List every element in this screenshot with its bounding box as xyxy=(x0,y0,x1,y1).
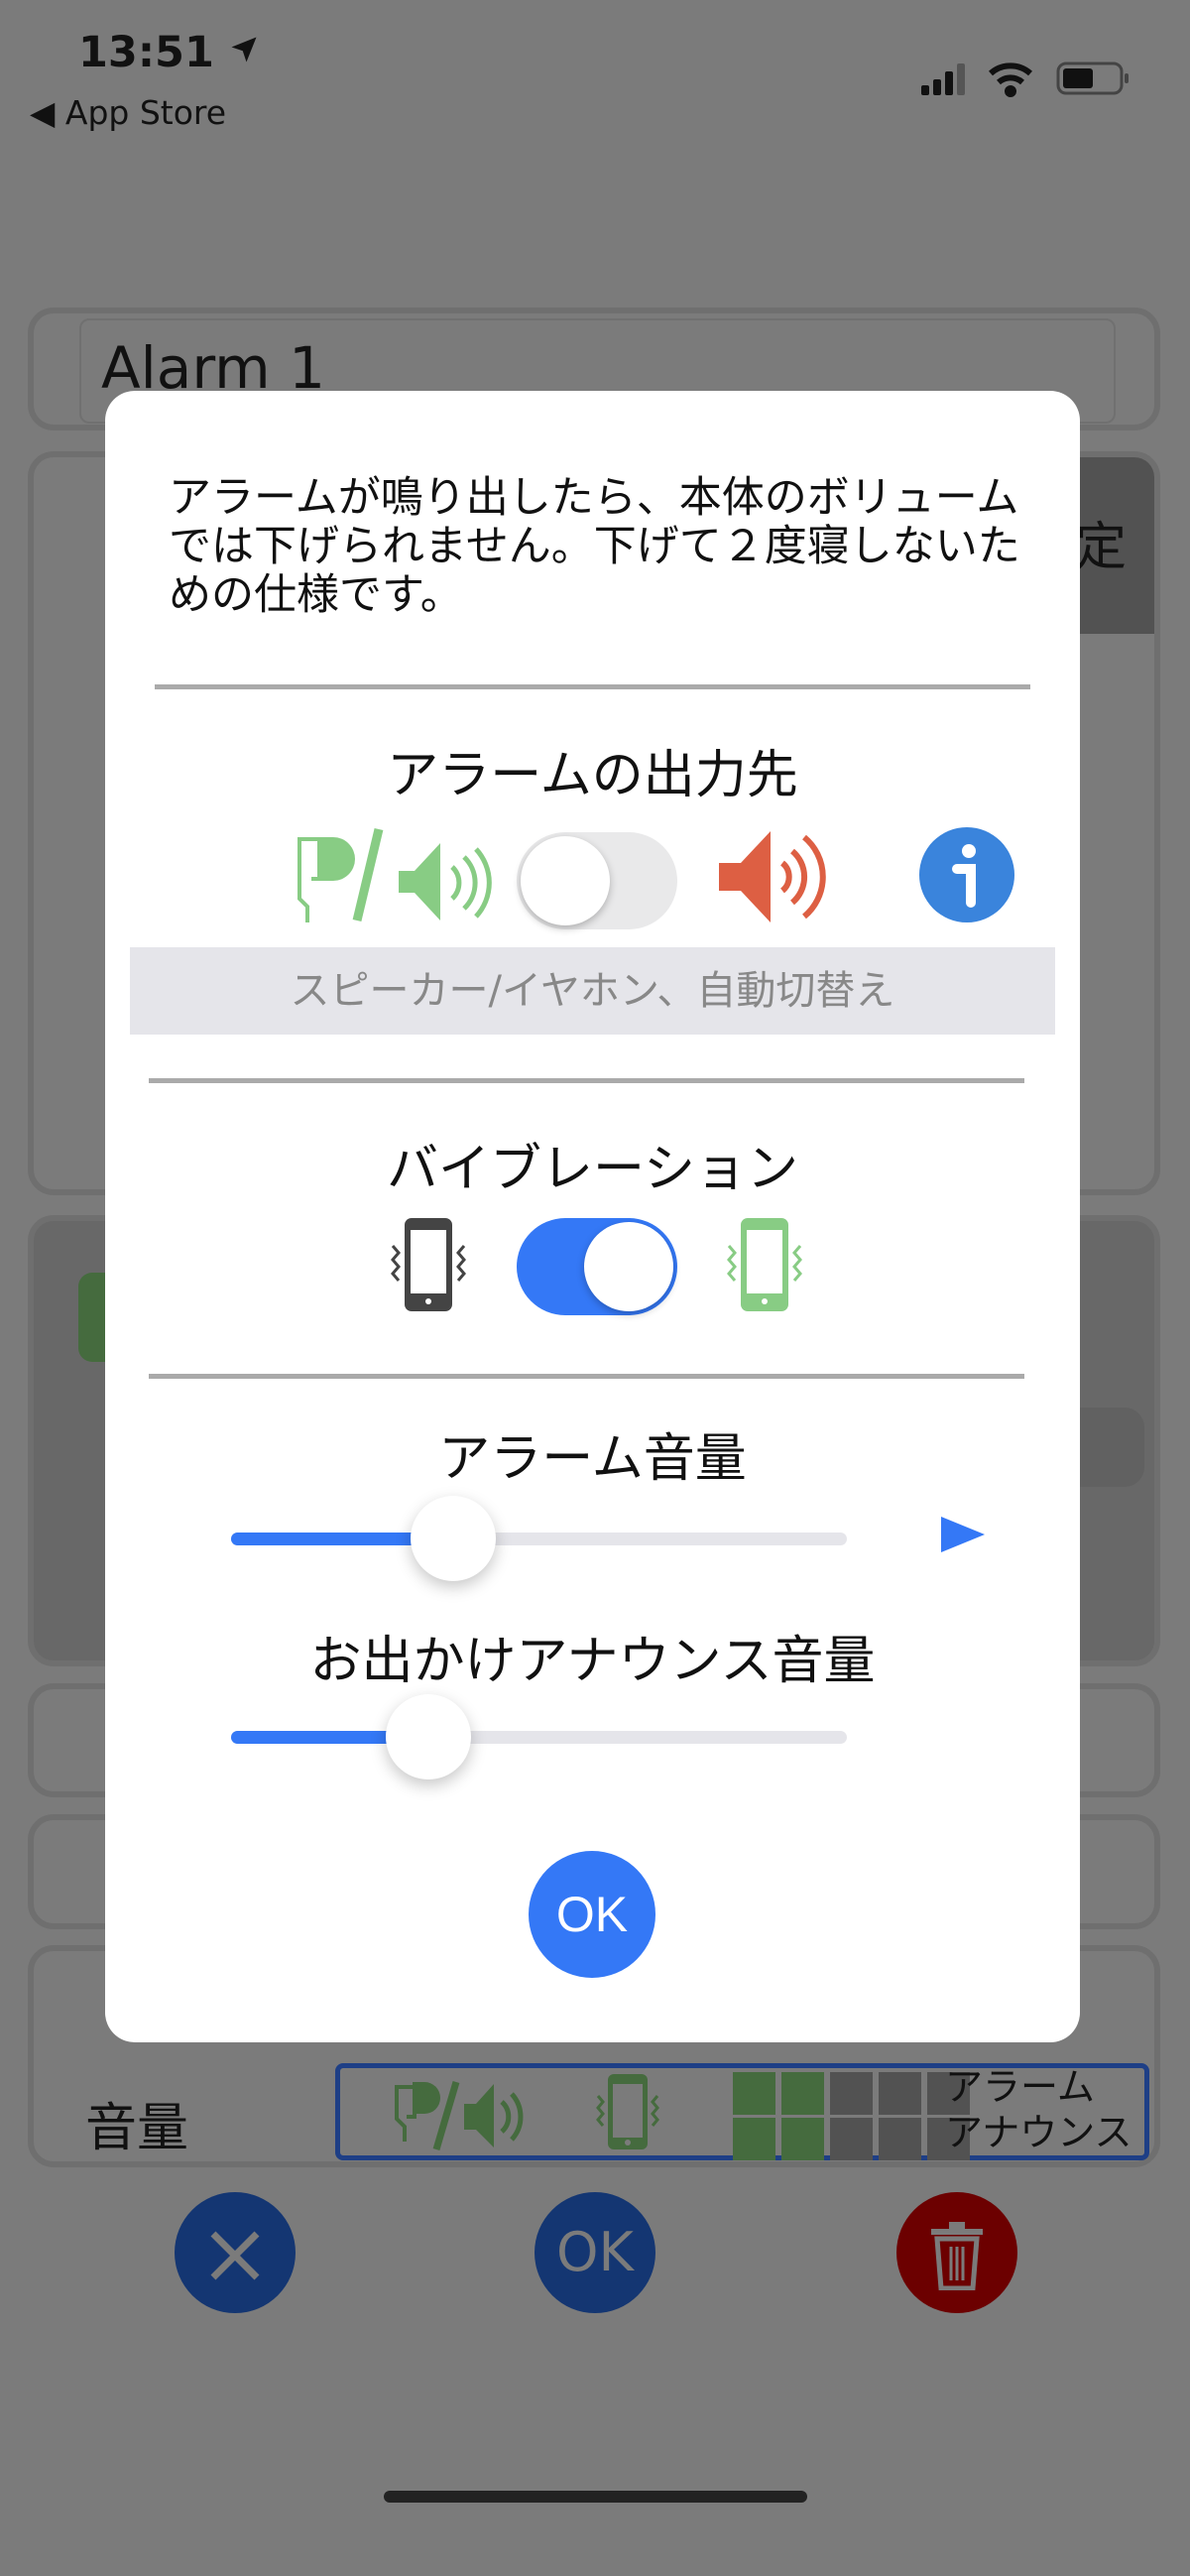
info-button[interactable] xyxy=(919,827,1014,922)
vibration-phone-icon xyxy=(596,2074,659,2149)
home-indicator[interactable] xyxy=(384,2491,807,2503)
cancel-button[interactable] xyxy=(175,2192,296,2313)
alarm-volume-title: アラーム音量 xyxy=(438,1429,747,1489)
announce-level-cell xyxy=(781,2118,824,2160)
status-icons xyxy=(921,61,1129,97)
back-label: App Store xyxy=(64,93,227,132)
status-time: 13:51 xyxy=(78,28,259,77)
signal-icon xyxy=(921,63,965,95)
alarm-output-dialog: アラームが鳴り出したら、本体のボリュームでは下げられません。下げて２度寝しないた… xyxy=(105,391,1080,2042)
slider-thumb[interactable] xyxy=(410,1496,496,1581)
output-hint: スピーカー/イヤホン、自動切替え xyxy=(130,947,1055,1035)
delete-button[interactable] xyxy=(896,2192,1017,2313)
announce-level-cell xyxy=(830,2118,873,2160)
divider xyxy=(149,1078,1024,1083)
dialog-message: アラームが鳴り出したら、本体のボリュームでは下げられません。下げて２度寝しないた… xyxy=(169,473,1020,620)
ok-label: OK xyxy=(556,2221,634,2283)
vibration-toggle[interactable] xyxy=(517,1218,677,1315)
speaker-icon xyxy=(719,831,826,922)
vibration-on-phone-icon xyxy=(727,1218,802,1311)
info-icon xyxy=(952,844,976,908)
save-ok-button[interactable]: OK xyxy=(535,2192,655,2313)
announce-volume-title: お出かけアナウンス音量 xyxy=(309,1632,876,1691)
trash-icon xyxy=(931,2222,983,2291)
x-icon xyxy=(210,2231,260,2280)
battery-icon xyxy=(1056,61,1129,95)
alarm-level-cell xyxy=(830,2072,873,2115)
divider xyxy=(149,1374,1024,1379)
wifi-icon xyxy=(989,62,1032,97)
header-char: 定 xyxy=(1075,518,1128,577)
announce-volume-slider[interactable] xyxy=(231,1694,847,1779)
output-toggle[interactable] xyxy=(517,832,677,929)
output-title: アラームの出力先 xyxy=(387,746,798,805)
dialog-ok-button[interactable]: OK xyxy=(529,1851,655,1978)
volume-label: 音量 xyxy=(85,2099,189,2158)
announce-level-cell xyxy=(733,2118,775,2160)
volume-level-grid xyxy=(733,2072,971,2161)
earphone-speaker-icon xyxy=(395,2081,524,2150)
play-preview-icon[interactable] xyxy=(939,1515,987,1554)
alarm-level-cell xyxy=(733,2072,775,2115)
alarm-volume-label: アラーム xyxy=(945,2065,1095,2109)
vibration-off-phone-icon xyxy=(391,1218,466,1311)
announce-level-cell xyxy=(879,2118,921,2160)
toggle-knob xyxy=(521,836,610,925)
back-to-app-store[interactable]: ◀ App Store xyxy=(30,93,226,132)
alarm-volume-slider[interactable] xyxy=(231,1496,847,1581)
toggle-knob xyxy=(584,1222,673,1311)
divider xyxy=(155,684,1030,689)
volume-summary-box[interactable]: アラーム アナウンス xyxy=(335,2063,1149,2160)
alarm-level-cell xyxy=(879,2072,921,2115)
time-text: 13:51 xyxy=(78,28,214,77)
earphone-speaker-icon xyxy=(298,827,492,922)
alarm-level-cell xyxy=(781,2072,824,2115)
vibration-title: バイブレーション xyxy=(387,1140,798,1199)
announce-volume-label: アナウンス xyxy=(945,2111,1132,2154)
location-arrow-icon xyxy=(231,37,257,62)
slider-thumb[interactable] xyxy=(385,1694,471,1779)
